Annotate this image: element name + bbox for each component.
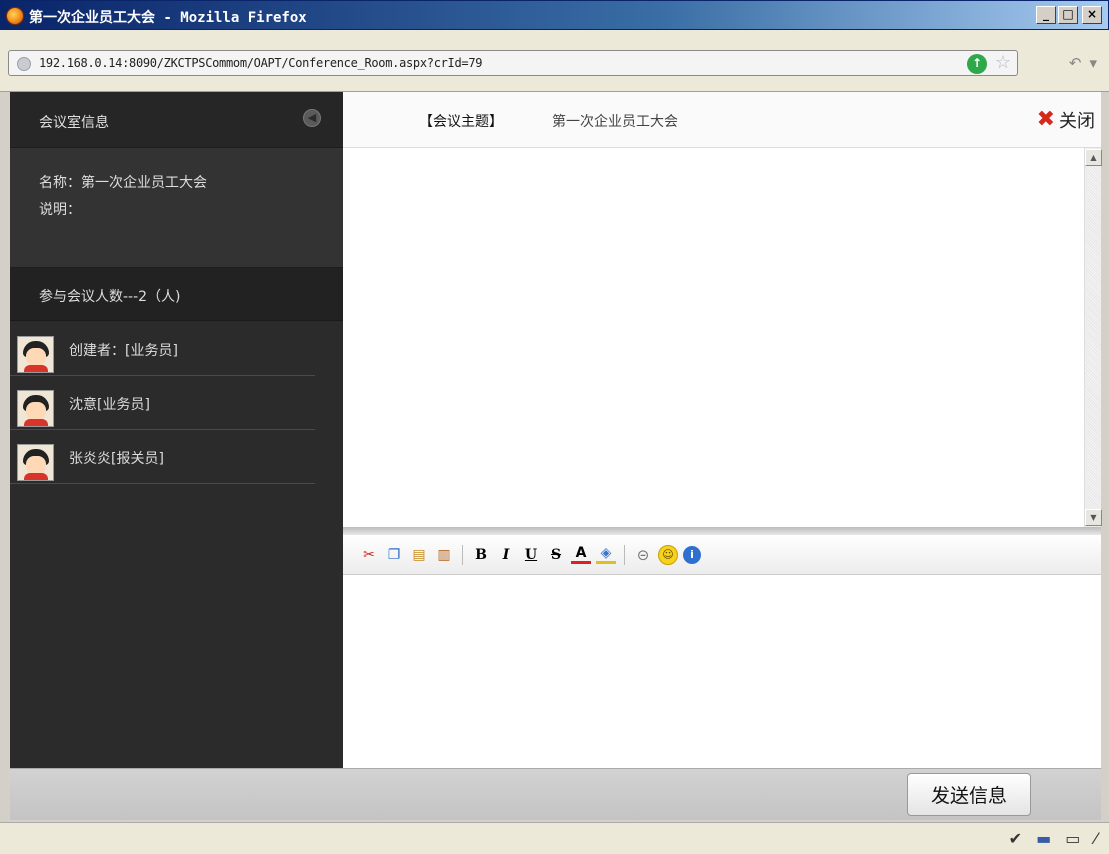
underline-icon[interactable]: U — [521, 545, 541, 565]
message-input[interactable] — [343, 576, 1101, 768]
sidebar: 会议室信息 ◀ 名称：第一次企业员工大会 说明： 参与会议人数---2（人) 创… — [10, 92, 343, 768]
copy-icon[interactable]: ❐ — [384, 545, 404, 565]
participant-count: 参与会议人数---2（人) — [39, 289, 181, 305]
background-color-icon[interactable]: ◈ — [596, 545, 616, 564]
window-title: 第一次企业员工大会 - Mozilla Firefox — [29, 10, 307, 26]
list-item[interactable]: 张炎炎[报关员] — [10, 430, 315, 484]
info-icon[interactable]: i — [683, 545, 701, 564]
browser-toolbar: 192.168.0.14:8090/ZKCTPSCommom/OAPT/Conf… — [0, 30, 1109, 92]
conference-room-app: 会议室信息 ◀ 名称：第一次企业员工大会 说明： 参与会议人数---2（人) 创… — [10, 92, 1102, 820]
list-item[interactable]: 沈意[业务员] — [10, 376, 315, 430]
avatar — [17, 390, 54, 427]
topic-header: 【会议主题】 第一次企业员工大会 ✖ 关闭 — [343, 92, 1101, 148]
send-bar: 发送信息 — [10, 768, 1101, 820]
close-window-button[interactable]: × — [1082, 6, 1102, 24]
undo-arrow-icon[interactable]: ↶ — [1069, 54, 1082, 72]
maximize-button[interactable]: □ — [1058, 6, 1078, 24]
editor-toolbar: ✂ ❐ ▤ ▥ B I U S A ◈ ⊝ ☺ i — [343, 535, 1101, 575]
scroll-up-icon[interactable]: ▲ — [1085, 149, 1102, 166]
list-item[interactable]: 创建者：[业务员] — [10, 322, 315, 376]
browser-status-bar: ✔ ▬ ▭ ⁄ — [0, 822, 1109, 854]
paste-icon[interactable]: ▤ — [409, 545, 429, 565]
link-icon[interactable]: ⊝ — [633, 545, 653, 565]
dropdown-arrow-icon[interactable]: ▾ — [1089, 54, 1097, 72]
collapse-arrow-icon[interactable]: ◀ — [303, 109, 321, 127]
checkmark-icon[interactable]: ✔ — [1009, 829, 1022, 848]
toolbar-separator — [462, 544, 463, 565]
window-controls: _ □ × — [1036, 6, 1102, 24]
site-identity-icon[interactable] — [17, 57, 31, 71]
avatar — [17, 336, 54, 373]
message-scrollbar[interactable]: ▲ ▼ — [1084, 148, 1102, 527]
window-icon[interactable]: ▭ — [1065, 829, 1080, 848]
status-icons: ✔ ▬ ▭ ⁄ — [1009, 829, 1097, 848]
paste-text-icon[interactable]: ▥ — [434, 545, 454, 565]
send-message-button[interactable]: 发送信息 — [907, 773, 1031, 816]
avatar — [17, 444, 54, 481]
bookmark-star-icon[interactable]: ☆ — [995, 52, 1011, 73]
mask-icon[interactable]: ▬ — [1036, 829, 1051, 848]
emoticon-icon[interactable]: ☺ — [658, 544, 678, 565]
participant-count-bar: 参与会议人数---2（人) — [10, 268, 343, 321]
scroll-down-icon[interactable]: ▼ — [1085, 509, 1102, 526]
strikethrough-icon[interactable]: S — [546, 545, 566, 565]
italic-icon[interactable]: I — [496, 545, 516, 565]
member-name: 张炎炎[报关员] — [69, 451, 164, 467]
close-label: 关闭 — [1059, 111, 1095, 132]
window-title-bar: 第一次企业员工大会 - Mozilla Firefox _ □ × — [0, 0, 1109, 30]
firefox-icon — [6, 7, 24, 25]
room-info: 名称：第一次企业员工大会 说明： — [10, 148, 343, 268]
go-arrow-icon[interactable]: ↑ — [967, 54, 987, 74]
topic-label: 【会议主题】 — [419, 114, 503, 130]
history-buttons: ↶ ▾ — [1069, 54, 1097, 72]
url-text[interactable]: 192.168.0.14:8090/ZKCTPSCommom/OAPT/Conf… — [39, 56, 482, 70]
bold-icon[interactable]: B — [471, 545, 491, 565]
toolbar-separator — [624, 544, 625, 565]
close-button[interactable]: ✖ 关闭 — [1037, 107, 1095, 133]
message-history[interactable]: ▲ ▼ — [343, 148, 1102, 527]
member-name: 沈意[业务员] — [69, 397, 150, 413]
cut-icon[interactable]: ✂ — [359, 545, 379, 565]
sidebar-header: 会议室信息 ◀ — [10, 92, 343, 148]
sidebar-title: 会议室信息 — [39, 115, 109, 131]
member-name: 创建者：[业务员] — [69, 343, 178, 359]
resize-grip-icon[interactable]: ⁄ — [1094, 829, 1097, 848]
address-bar[interactable]: 192.168.0.14:8090/ZKCTPSCommom/OAPT/Conf… — [8, 50, 1018, 76]
member-list: 创建者：[业务员] 沈意[业务员] 张炎炎[报关员] — [10, 321, 343, 484]
room-name: 名称：第一次企业员工大会 — [39, 175, 207, 191]
font-color-icon[interactable]: A — [571, 545, 591, 564]
room-description: 说明： — [39, 202, 81, 218]
topic-value: 第一次企业员工大会 — [552, 114, 678, 130]
minimize-button[interactable]: _ — [1036, 6, 1056, 24]
close-x-icon: ✖ — [1036, 107, 1055, 132]
pane-divider[interactable] — [343, 527, 1101, 535]
